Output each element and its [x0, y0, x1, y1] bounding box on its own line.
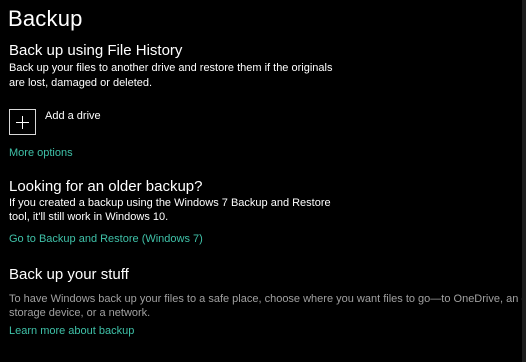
vertical-scrollbar[interactable]: [522, 0, 526, 362]
backup-stuff-description-line2: storage device, or a network.: [9, 307, 151, 319]
more-options-link[interactable]: More options: [9, 147, 73, 159]
plus-icon: [16, 115, 29, 129]
backup-restore-windows7-link[interactable]: Go to Backup and Restore (Windows 7): [9, 233, 203, 245]
older-backup-heading: Looking for an older backup?: [9, 178, 203, 195]
learn-more-backup-link[interactable]: Learn more about backup: [9, 325, 134, 337]
file-history-description-line1: Back up your files to another drive and …: [9, 62, 333, 74]
backup-stuff-heading: Back up your stuff: [9, 266, 129, 283]
backup-settings-page: Backup Back up using File History Back u…: [0, 0, 526, 362]
backup-stuff-description-line1: To have Windows back up your files to a …: [9, 293, 526, 305]
add-drive-label[interactable]: Add a drive: [45, 109, 101, 124]
file-history-heading: Back up using File History: [9, 42, 183, 59]
add-drive-button[interactable]: [9, 109, 36, 135]
older-backup-description-line2: tool, it'll still work in Windows 10.: [9, 211, 169, 223]
page-title: Backup: [8, 6, 83, 31]
file-history-description-line2: are lost, damaged or deleted.: [9, 77, 153, 89]
older-backup-description-line1: If you created a backup using the Window…: [9, 197, 331, 209]
